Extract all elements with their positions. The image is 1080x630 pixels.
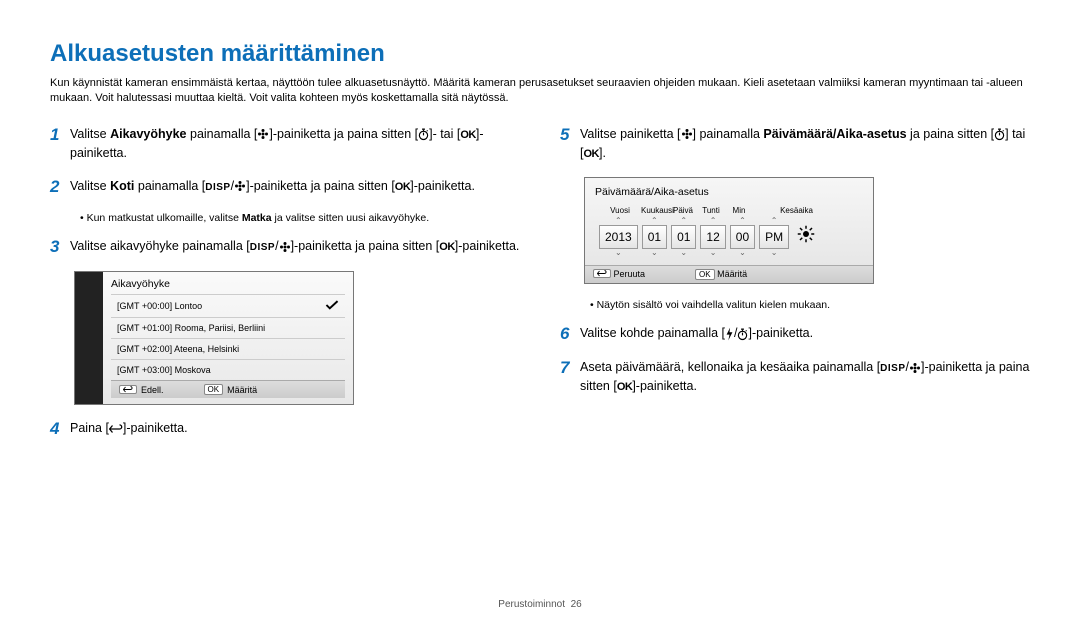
year-down[interactable]: ⌄ — [615, 249, 622, 257]
step-number-7: 7 — [560, 358, 580, 396]
datetime-panel-title: Päivämäärä/Aika-asetus — [595, 186, 863, 198]
month-value[interactable]: 01 — [642, 225, 667, 249]
datetime-panel: Päivämäärä/Aika-asetus Vuosi Kuukausi Pä… — [584, 177, 874, 284]
month-up[interactable]: ⌃ — [651, 217, 658, 225]
flash-icon — [725, 325, 734, 344]
min-value[interactable]: 00 — [730, 225, 755, 249]
set-button[interactable]: OK Määritä — [695, 269, 747, 280]
step-number-4: 4 — [50, 419, 70, 439]
timezone-option[interactable]: [GMT +02:00] Ateena, Helsinki — [111, 338, 345, 359]
timezone-option[interactable]: [GMT +00:00] Lontoo — [111, 294, 345, 317]
month-down[interactable]: ⌄ — [651, 249, 658, 257]
dst-icon[interactable] — [793, 225, 819, 248]
ok-icon: OK — [439, 241, 455, 253]
year-up[interactable]: ⌃ — [615, 217, 622, 225]
macro-icon — [909, 359, 921, 378]
disp-icon: DISP — [205, 182, 230, 193]
macro-icon — [681, 125, 693, 144]
timezone-option[interactable]: [GMT +03:00] Moskova — [111, 359, 345, 380]
step-3-text: Valitse aikavyöhyke painamalla [DISP/]-p… — [70, 237, 520, 257]
back-button[interactable]: Edell. — [119, 384, 164, 395]
page-title: Alkuasetusten määrittäminen — [50, 40, 1030, 68]
step-number-6: 6 — [560, 324, 580, 344]
timer-icon — [994, 125, 1005, 144]
step-2-text: Valitse Koti painamalla [DISP/]-painiket… — [70, 177, 520, 197]
macro-icon — [257, 125, 269, 144]
ok-icon: OK — [460, 129, 476, 141]
ok-icon: OK — [395, 181, 411, 193]
timer-icon — [418, 125, 429, 144]
hour-down[interactable]: ⌄ — [710, 249, 717, 257]
step-6-text: Valitse kohde painamalla [/]-painiketta. — [580, 324, 1030, 344]
ampm-up[interactable]: ⌃ — [771, 217, 778, 225]
min-up[interactable]: ⌃ — [739, 217, 746, 225]
cancel-button[interactable]: Peruuta — [593, 269, 645, 280]
step-number-2: 2 — [50, 177, 70, 197]
ok-icon: OK — [583, 148, 599, 160]
macro-icon — [234, 177, 246, 196]
disp-icon: DISP — [250, 242, 275, 253]
step-5-note: Näytön sisältö voi vaihdella valitun kie… — [590, 298, 1030, 313]
disp-icon: DISP — [880, 363, 905, 374]
year-value[interactable]: 2013 — [599, 225, 638, 249]
min-down[interactable]: ⌄ — [739, 249, 746, 257]
step-5-text: Valitse painiketta [] painamalla Päivämä… — [580, 125, 1030, 163]
check-icon — [325, 300, 339, 312]
day-value[interactable]: 01 — [671, 225, 696, 249]
timezone-panel: Aikavyöhyke [GMT +00:00] Lontoo [GMT +01… — [74, 271, 354, 405]
day-up[interactable]: ⌃ — [680, 217, 687, 225]
step-number-1: 1 — [50, 125, 70, 163]
timer-icon — [737, 325, 748, 344]
step-1-text: Valitse Aikavyöhyke painamalla []-painik… — [70, 125, 520, 163]
intro-text: Kun käynnistät kameran ensimmäistä kerta… — [50, 76, 1030, 107]
right-column: 5 Valitse painiketta [] painamalla Päivä… — [560, 125, 1030, 454]
day-down[interactable]: ⌄ — [680, 249, 687, 257]
hour-value[interactable]: 12 — [700, 225, 725, 249]
left-column: 1 Valitse Aikavyöhyke painamalla []-pain… — [50, 125, 520, 454]
ampm-value[interactable]: PM — [759, 225, 789, 249]
set-button[interactable]: OKMääritä — [204, 384, 258, 395]
step-7-text: Aseta päivämäärä, kellonaika ja kesäaika… — [580, 358, 1030, 396]
ok-icon: OK — [617, 381, 633, 393]
timezone-option[interactable]: [GMT +01:00] Rooma, Pariisi, Berliini — [111, 317, 345, 338]
step-number-3: 3 — [50, 237, 70, 257]
back-icon — [109, 420, 123, 439]
macro-icon — [279, 238, 291, 257]
step-4-text: Paina []-painiketta. — [70, 419, 520, 439]
page-footer: Perustoiminnot 26 — [0, 599, 1080, 610]
timezone-panel-title: Aikavyöhyke — [111, 278, 345, 290]
step-number-5: 5 — [560, 125, 580, 163]
hour-up[interactable]: ⌃ — [710, 217, 717, 225]
ampm-down[interactable]: ⌄ — [771, 249, 778, 257]
step-2-note: Kun matkustat ulkomaille, valitse Matka … — [80, 211, 520, 226]
